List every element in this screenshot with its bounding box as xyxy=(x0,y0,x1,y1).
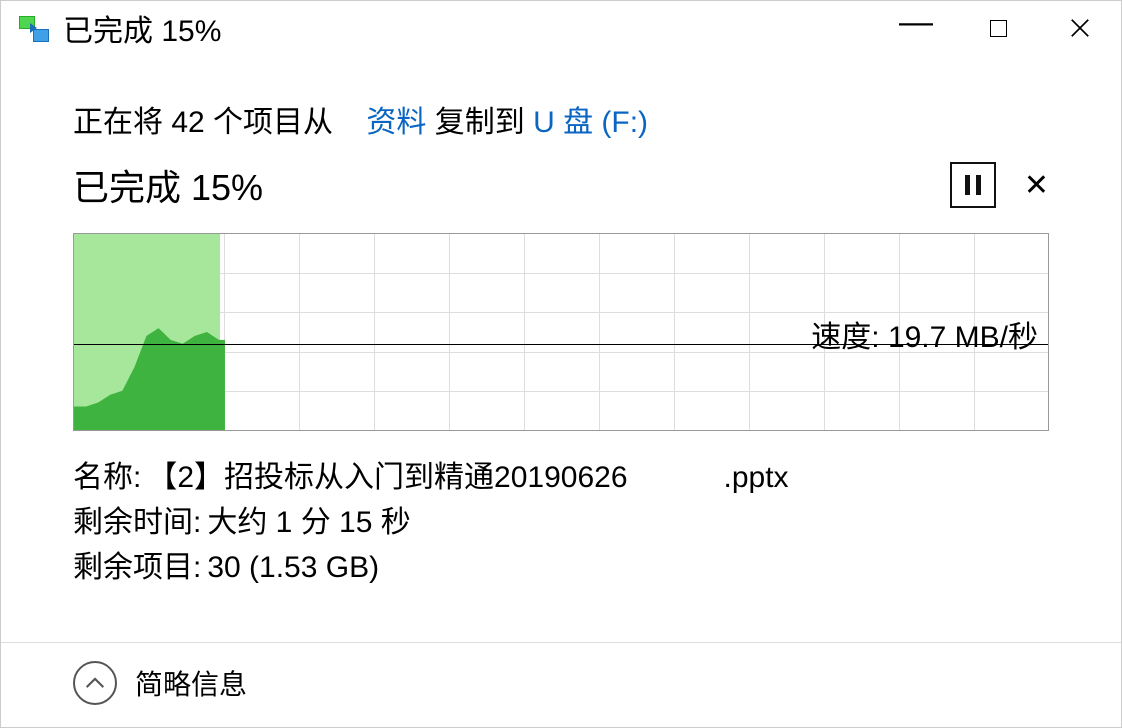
pause-icon xyxy=(965,175,981,195)
name-label: 名称: xyxy=(73,455,141,500)
footer-label: 简略信息 xyxy=(135,663,247,703)
window-controls: — xyxy=(875,1,1121,55)
transfer-icon xyxy=(19,16,47,40)
name-ext: .pptx xyxy=(724,455,789,500)
speed-curve xyxy=(74,234,225,430)
file-copy-dialog: 已完成 15% — 正在将 42 个项目从 资料 复制到 U 盘 (F:) 已完… xyxy=(0,0,1122,728)
titlebar[interactable]: 已完成 15% — xyxy=(1,1,1121,55)
copy-operation-text: 正在将 42 个项目从 资料 复制到 U 盘 (F:) xyxy=(73,97,1049,141)
window-title: 已完成 15% xyxy=(63,6,221,50)
footer: 简略信息 xyxy=(1,642,1121,727)
close-button[interactable] xyxy=(1039,1,1121,55)
chevron-up-icon xyxy=(85,676,105,690)
time-remaining-value: 大约 1 分 15 秒 xyxy=(207,500,410,545)
cancel-button[interactable]: ✕ xyxy=(1024,168,1049,203)
toggle-details-button[interactable] xyxy=(73,661,117,705)
maximize-button[interactable] xyxy=(957,1,1039,55)
time-remaining-label: 剩余时间: xyxy=(73,500,201,545)
minimize-button[interactable]: — xyxy=(875,0,957,55)
speed-chart: 速度: 19.7 MB/秒 xyxy=(73,233,1049,431)
name-value: 【2】招投标从入门到精通20190626 xyxy=(147,455,627,500)
destination-link[interactable]: U 盘 (F:) xyxy=(533,106,648,139)
speed-label: 速度: 19.7 MB/秒 xyxy=(811,312,1038,356)
transfer-details: 名称: 【2】招投标从入门到精通20190626 .pptx 剩余时间: 大约 … xyxy=(73,455,1049,590)
progress-percent-label: 已完成 15% xyxy=(73,159,932,211)
items-remaining-value: 30 (1.53 GB) xyxy=(207,545,379,590)
pause-button[interactable] xyxy=(950,162,996,208)
source-link[interactable]: 资料 xyxy=(366,106,426,139)
items-remaining-label: 剩余项目: xyxy=(73,545,201,590)
